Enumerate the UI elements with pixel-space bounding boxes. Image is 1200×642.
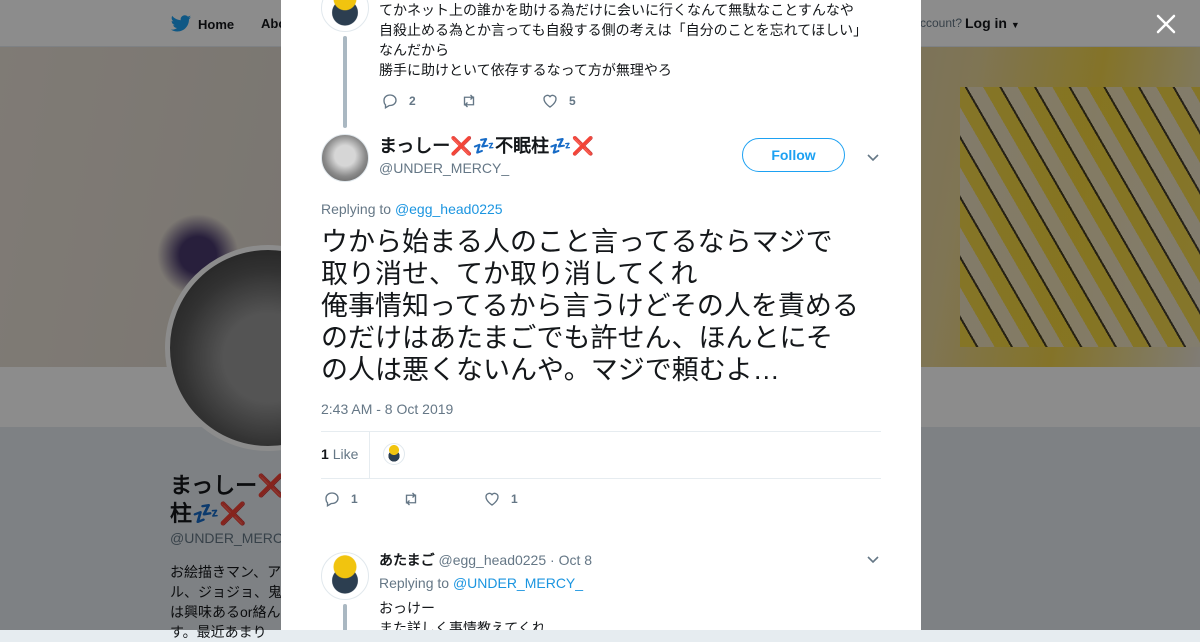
tweet-line: 勝手に助けといて依存するなって方が無理やろ bbox=[379, 62, 672, 78]
tweet-modal: てかネット上の誰かを助ける為だけに会いに行くなんて無駄なことすんなや 自殺止める… bbox=[281, 0, 921, 630]
reply-tweet-text: おっけー また詳しく事情教えてくれ bbox=[379, 598, 546, 630]
replying-to-link[interactable]: @UNDER_MERCY_ bbox=[453, 575, 583, 591]
retweet-icon bbox=[463, 94, 475, 108]
tweet-text: ウから始まる人のこと言ってるならマジで 取り消せ、てか取り消してくれ 俺事情知っ… bbox=[321, 226, 886, 386]
previous-tweet-text: てかネット上の誰かを助ける為だけに会いに行くなんて無駄なことすんなや 自殺止める… bbox=[379, 0, 879, 80]
replying-prefix: Replying to bbox=[379, 575, 450, 591]
tweet-line: おっけー bbox=[379, 600, 435, 616]
thread-line bbox=[343, 36, 347, 128]
reply-button[interactable]: 1 bbox=[323, 490, 358, 508]
divider bbox=[321, 478, 881, 479]
tweet-line: 自殺止める為とか言っても自殺する側の考えは「自分のことを忘れてほしい」 bbox=[379, 22, 868, 38]
follow-button[interactable]: Follow bbox=[742, 138, 845, 172]
tweet-menu-button[interactable] bbox=[865, 149, 881, 165]
stats-separator bbox=[369, 432, 370, 478]
like-stat-count: 1 bbox=[321, 446, 329, 462]
tweet-line: 取り消せ、てか取り消してくれ bbox=[321, 259, 698, 289]
heart-icon bbox=[485, 492, 499, 506]
tweet-line: また詳しく事情教えてくれ bbox=[379, 620, 546, 630]
heart-icon bbox=[543, 94, 557, 108]
reply-icon bbox=[325, 492, 339, 507]
tweet-line: なんだから bbox=[379, 42, 449, 58]
display-name[interactable]: あたまご bbox=[379, 552, 435, 568]
reply-count: 2 bbox=[409, 94, 416, 108]
like-count: 5 bbox=[569, 94, 576, 108]
chevron-down-icon bbox=[867, 154, 879, 162]
liker-avatar[interactable] bbox=[383, 443, 405, 465]
thread-line bbox=[343, 604, 347, 630]
like-stats[interactable]: 1 Like bbox=[321, 446, 358, 462]
avatar[interactable] bbox=[321, 0, 369, 32]
replying-to: Replying to @egg_head0225 bbox=[321, 201, 503, 217]
username[interactable]: @egg_head0225 bbox=[438, 552, 546, 568]
like-button[interactable]: 5 bbox=[541, 92, 576, 110]
tweet-timestamp[interactable]: 2:43 AM - 8 Oct 2019 bbox=[321, 401, 453, 417]
tweet-line: ウから始まる人のこと言ってるならマジで bbox=[321, 227, 833, 257]
retweet-icon bbox=[405, 492, 417, 506]
replying-to-link[interactable]: @egg_head0225 bbox=[395, 201, 503, 217]
reply-button[interactable]: 2 bbox=[381, 92, 416, 110]
close-icon bbox=[1156, 14, 1176, 34]
tweet-line: の人は悪くないんや。マジで頼むよ… bbox=[321, 355, 780, 385]
replying-to: Replying to @UNDER_MERCY_ bbox=[379, 575, 583, 591]
chevron-down-icon bbox=[867, 556, 879, 564]
username[interactable]: @UNDER_MERCY_ bbox=[379, 160, 509, 176]
retweet-button[interactable] bbox=[460, 92, 488, 110]
tweet-date[interactable]: · Oct 8 bbox=[550, 552, 592, 568]
reply-count: 1 bbox=[351, 492, 358, 506]
reply-header: あたまご @egg_head0225 · Oct 8 bbox=[379, 550, 592, 570]
tweet-line: てかネット上の誰かを助ける為だけに会いに行くなんて無駄なことすんなや bbox=[379, 2, 854, 18]
replying-prefix: Replying to bbox=[321, 201, 392, 217]
like-stat-label: Like bbox=[332, 446, 359, 462]
display-name[interactable]: まっしー❌💤不眠柱💤❌ bbox=[379, 132, 594, 158]
retweet-button[interactable] bbox=[402, 490, 430, 508]
tweet-line: のだけはあたまごでも許せん、ほんとにそ bbox=[321, 323, 833, 353]
reply-icon bbox=[383, 94, 397, 109]
avatar[interactable] bbox=[321, 134, 369, 182]
like-count: 1 bbox=[511, 492, 518, 506]
like-button[interactable]: 1 bbox=[483, 490, 518, 508]
tweet-line: 俺事情知ってるから言うけどその人を責める bbox=[321, 291, 859, 321]
avatar[interactable] bbox=[321, 552, 369, 600]
divider bbox=[321, 431, 881, 432]
close-button[interactable] bbox=[1152, 10, 1180, 38]
tweet-menu-button[interactable] bbox=[865, 551, 881, 567]
